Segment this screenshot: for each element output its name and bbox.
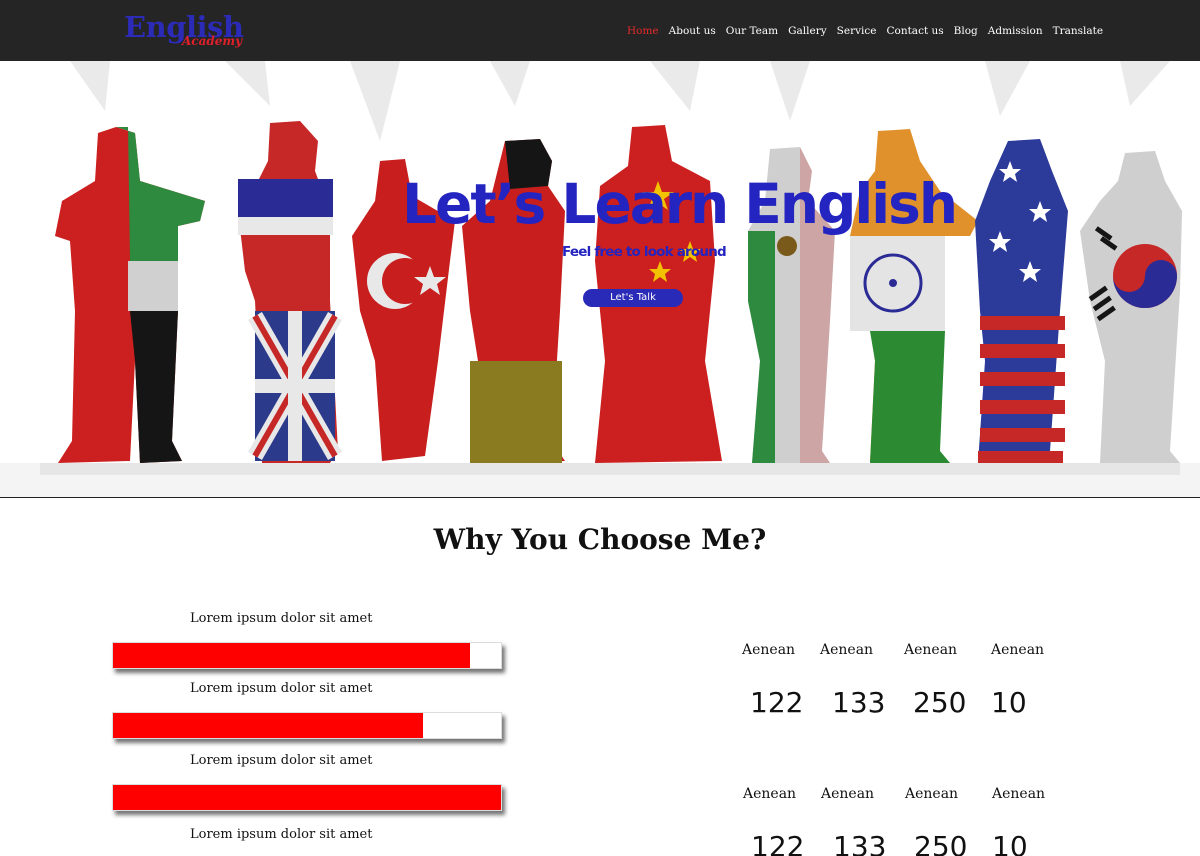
section-title: Why You Choose Me? — [433, 523, 767, 556]
site-logo[interactable]: English Academy — [124, 10, 254, 54]
figure-usa — [975, 139, 1068, 463]
figure-korea — [1080, 151, 1182, 463]
lets-talk-button[interactable]: Let's Talk — [583, 289, 683, 307]
stat-label: Aenean — [904, 642, 958, 658]
stat-value: 133 — [832, 686, 886, 719]
figure-uk — [238, 121, 342, 463]
skill-progress-bar — [112, 642, 502, 669]
stat-label: Aenean — [820, 642, 874, 658]
nav-translate[interactable]: Translate — [1048, 22, 1109, 40]
stat-value: 250 — [913, 686, 967, 719]
hero-banner: Let’s Learn English Feel free to look ar… — [0, 61, 1200, 498]
logo-subtext: Academy — [182, 34, 243, 48]
nav-home[interactable]: Home — [622, 22, 664, 40]
stat-value: 133 — [833, 830, 887, 856]
skill-label: Lorem ipsum dolor sit amet — [190, 827, 373, 842]
nav-our-team[interactable]: Our Team — [721, 22, 783, 40]
hero-title: Let’s Learn English — [402, 172, 958, 236]
nav-service[interactable]: Service — [832, 22, 882, 40]
stat-value: 250 — [914, 830, 968, 856]
stat-value: 122 — [750, 686, 804, 719]
stat-label: Aenean — [742, 642, 796, 658]
nav-gallery[interactable]: Gallery — [783, 22, 832, 40]
hero-subtitle: Feel free to look around — [562, 244, 727, 260]
skill-label: Lorem ipsum dolor sit amet — [190, 681, 373, 696]
skill-progress-fill — [113, 713, 424, 738]
stat-label: Aenean — [992, 786, 1046, 802]
stat-value: 10 — [991, 686, 1027, 719]
skill-progress-fill — [113, 643, 470, 668]
stat-label: Aenean — [743, 786, 797, 802]
stat-label: Aenean — [821, 786, 875, 802]
hero-flag-silhouettes-image — [0, 61, 1200, 497]
main-nav: Home About us Our Team Gallery Service C… — [622, 22, 1108, 40]
stat-label: Aenean — [905, 786, 959, 802]
nav-contact-us[interactable]: Contact us — [881, 22, 948, 40]
stat-value: 122 — [751, 830, 805, 856]
skill-progress-fill — [113, 785, 501, 810]
nav-blog[interactable]: Blog — [949, 22, 983, 40]
skill-label: Lorem ipsum dolor sit amet — [190, 611, 373, 626]
stat-label: Aenean — [991, 642, 1045, 658]
nav-about-us[interactable]: About us — [664, 22, 721, 40]
top-navbar: English Academy Home About us Our Team G… — [0, 0, 1200, 61]
skill-progress-bar — [112, 784, 502, 811]
skill-progress-bar — [112, 712, 502, 739]
skill-label: Lorem ipsum dolor sit amet — [190, 753, 373, 768]
stat-value: 10 — [992, 830, 1028, 856]
figure-uae — [55, 127, 205, 463]
nav-admission[interactable]: Admission — [983, 22, 1048, 40]
